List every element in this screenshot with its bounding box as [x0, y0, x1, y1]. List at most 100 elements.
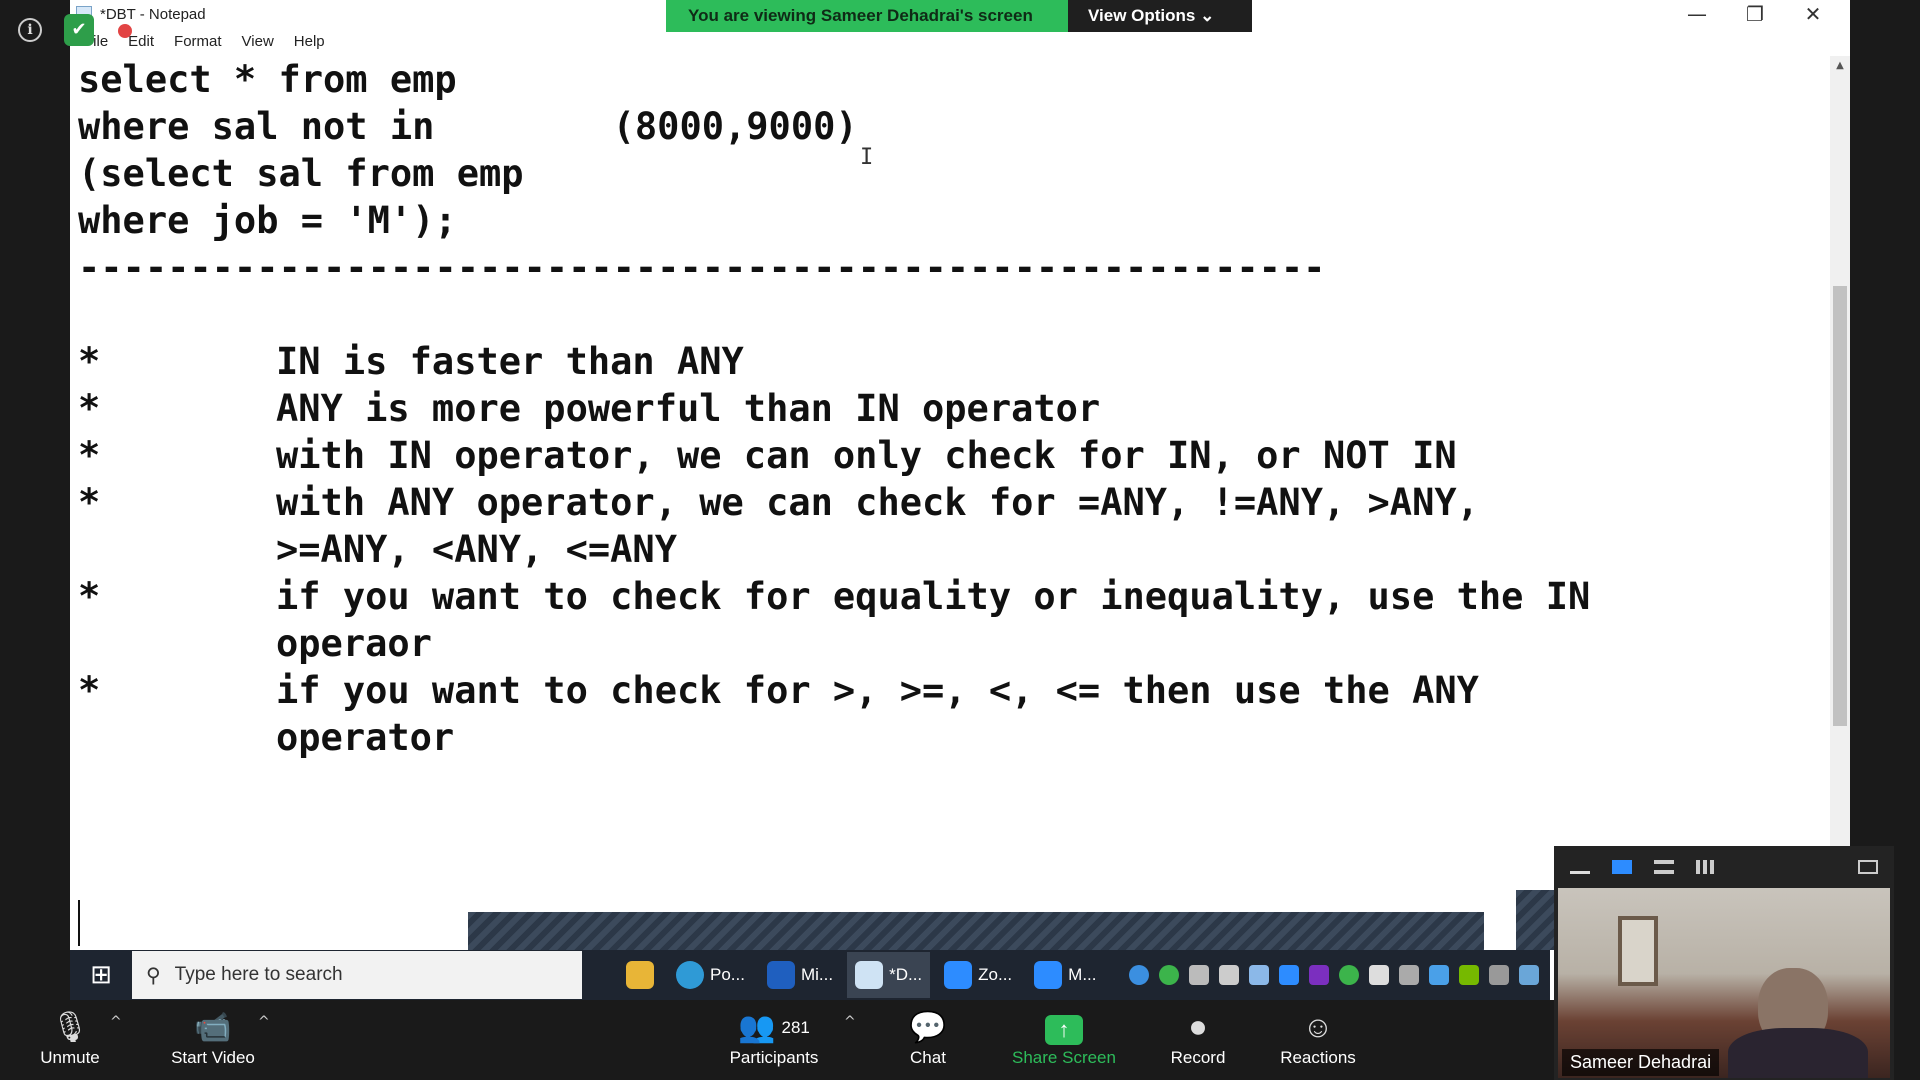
start-video-button[interactable]: 📹 Start Video: [158, 1008, 268, 1068]
share-banner: You are viewing Sameer Dehadrai's screen…: [666, 0, 1252, 32]
participants-button[interactable]: 👥 281 Participants: [714, 1008, 834, 1068]
participants-icon: 👥 281: [738, 1011, 810, 1044]
wall-picture-frame: [1618, 916, 1658, 986]
window-title: *DBT - Notepad: [100, 6, 206, 23]
search-icon: ⚲: [146, 963, 161, 987]
vertical-scrollbar[interactable]: ▲: [1830, 56, 1850, 946]
record-button[interactable]: ⏺ Record: [1160, 1008, 1236, 1068]
snowflake-icon[interactable]: [1428, 965, 1449, 985]
menu-format[interactable]: Format: [164, 30, 232, 54]
edge-icon: [676, 961, 704, 989]
pen-icon[interactable]: [1518, 965, 1539, 985]
bullet-star: *: [78, 481, 101, 524]
scroll-up-icon[interactable]: ▲: [1830, 60, 1850, 71]
zoom-meeting-icon: [1034, 961, 1063, 989]
taskbar-app-edge[interactable]: Po...: [668, 952, 753, 998]
taskbar-app-meeting[interactable]: M...: [1026, 952, 1104, 998]
participant-name: Sameer Dehadrai: [1562, 1049, 1720, 1076]
separator-line: ----------------------------------------…: [78, 246, 1326, 289]
bullet-star: *: [78, 575, 101, 618]
info-icon[interactable]: i: [18, 18, 42, 42]
text-editor-area[interactable]: select * from emp where sal not in (8000…: [78, 56, 1838, 946]
bullet-text: if you want to check for >, >=, <, <= th…: [276, 669, 1479, 759]
recording-dot-icon: [118, 24, 132, 38]
reactions-label: Reactions: [1280, 1048, 1356, 1067]
share-screen-button[interactable]: ↑ Share Screen: [1004, 1008, 1124, 1068]
code-line: select * from emp: [78, 58, 457, 101]
nvidia-icon[interactable]: [1458, 965, 1479, 985]
zoom-icon: [944, 961, 973, 989]
bullet-text: ANY is more powerful than IN operator: [276, 387, 1101, 430]
bullet-item: * if you want to check for >, >=, <, <= …: [78, 667, 1838, 761]
bullet-item: * ANY is more powerful than IN operator: [78, 385, 1838, 432]
taskbar-app-notepad[interactable]: *D...: [847, 952, 931, 998]
steam-icon[interactable]: [1248, 965, 1269, 985]
menu-view[interactable]: View: [232, 30, 284, 54]
taskbar-app-label: *D...: [889, 965, 923, 984]
taskbar-app-zoom[interactable]: Zo...: [936, 952, 1020, 998]
menu-bar: File Edit Format View Help: [70, 30, 1850, 54]
minimize-video-icon[interactable]: [1570, 860, 1590, 874]
record-label: Record: [1170, 1048, 1226, 1067]
bullet-star: *: [78, 434, 101, 477]
zoom-left-strip: i: [0, 0, 70, 1000]
chat-button[interactable]: 💬 Chat: [898, 1008, 958, 1068]
chat-label: Chat: [910, 1048, 946, 1067]
text-caret: [78, 900, 80, 946]
scrollbar-thumb[interactable]: [1833, 286, 1847, 726]
taskbar-app-label: Zo...: [978, 965, 1013, 984]
audio-options-chevron-icon[interactable]: ^: [110, 1014, 122, 1030]
file-explorer-button[interactable]: [618, 952, 662, 998]
wifi-icon[interactable]: [1398, 965, 1419, 985]
taskbar-search-box[interactable]: ⚲ Type here to search: [132, 951, 582, 999]
muted-microphone-icon: 🎙: [50, 1011, 90, 1044]
taskbar-app-label: Po...: [710, 965, 745, 984]
popout-icon[interactable]: [1858, 860, 1878, 874]
bullet-item: * with ANY operator, we can check for =A…: [78, 479, 1838, 573]
help-icon[interactable]: [1128, 965, 1149, 985]
reactions-icon: ☺: [1302, 1011, 1334, 1044]
shield-tray-icon[interactable]: [1368, 965, 1389, 985]
participants-chevron-icon[interactable]: ^: [844, 1014, 856, 1030]
onenote-icon[interactable]: [1308, 965, 1329, 985]
video-off-icon: 📹: [194, 1011, 232, 1044]
view-options-button[interactable]: View Options ⌄: [1068, 0, 1252, 32]
display-icon[interactable]: [1488, 965, 1509, 985]
bullet-star: *: [78, 340, 101, 383]
notepad-icon: [855, 961, 884, 989]
strip-view-icon[interactable]: [1654, 860, 1674, 874]
bullet-star: *: [78, 387, 101, 430]
restore-icon[interactable]: ❐: [1726, 0, 1784, 30]
bullet-star: *: [78, 669, 101, 712]
video-options-chevron-icon[interactable]: ^: [258, 1014, 270, 1030]
video-overlay-strip: [468, 912, 1484, 950]
share-screen-icon: ↑: [1004, 1008, 1124, 1048]
minimize-icon[interactable]: —: [1668, 0, 1726, 30]
check-icon[interactable]: [1158, 965, 1179, 985]
windows-taskbar: ⊞ ⚲ Type here to search Po... Mi... *D..…: [70, 950, 1550, 1000]
microphone-icon[interactable]: [1188, 965, 1209, 985]
record-icon: ⏺: [1190, 1011, 1206, 1044]
unmute-button[interactable]: 🎙 Unmute: [30, 1008, 110, 1068]
reactions-button[interactable]: ☺ Reactions: [1270, 1008, 1366, 1068]
folder-icon: [626, 961, 654, 989]
speaker-view-icon[interactable]: [1612, 860, 1632, 874]
bullet-item: * with IN operator, we can only check fo…: [78, 432, 1838, 479]
bullet-text: with ANY operator, we can check for =ANY…: [276, 481, 1479, 571]
menu-help[interactable]: Help: [284, 30, 335, 54]
unmute-label: Unmute: [40, 1048, 100, 1067]
gallery-view-icon[interactable]: [1696, 860, 1716, 874]
video-thumbnail-panel[interactable]: Sameer Dehadrai: [1554, 846, 1894, 1080]
participants-label: Participants: [729, 1048, 819, 1067]
sync-icon[interactable]: [1338, 965, 1359, 985]
close-icon[interactable]: ✕: [1784, 0, 1842, 30]
participant-count: 281: [781, 1018, 810, 1037]
taskbar-app-mail[interactable]: Mi...: [759, 952, 841, 998]
battery-icon[interactable]: [1218, 965, 1239, 985]
taskbar-app-label: M...: [1068, 965, 1097, 984]
share-banner-text: You are viewing Sameer Dehadrai's screen: [666, 0, 1068, 32]
windows-start-icon[interactable]: ⊞: [70, 950, 132, 1000]
security-shield-icon[interactable]: ✔: [64, 14, 94, 46]
zoom-tray-icon[interactable]: [1278, 965, 1299, 985]
